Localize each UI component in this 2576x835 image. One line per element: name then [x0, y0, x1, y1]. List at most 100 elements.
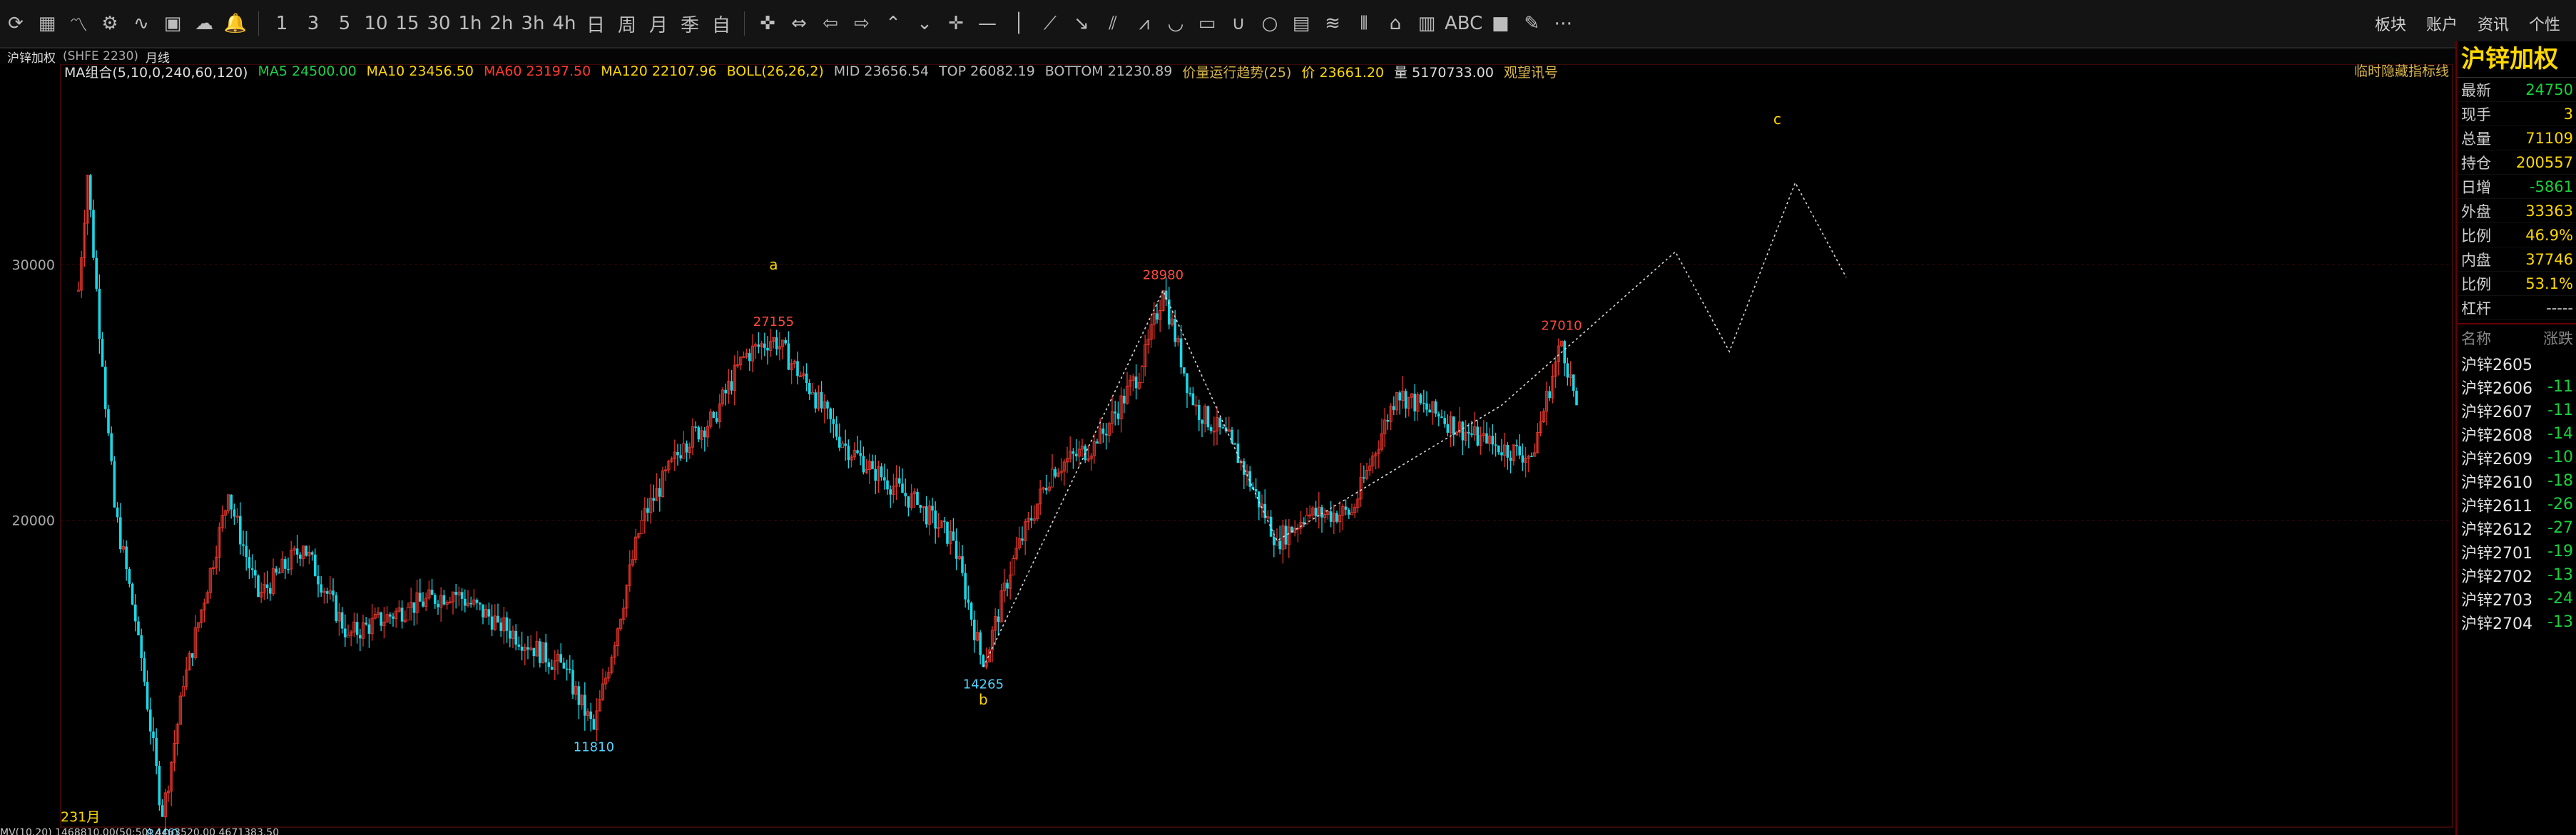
candle-body	[1350, 512, 1354, 516]
period-button-1[interactable]: 3	[300, 7, 327, 40]
candle-body	[305, 545, 307, 556]
contract-row[interactable]: 沪锌2703 -24	[2457, 587, 2576, 610]
top-link-2[interactable]: 资讯	[2478, 12, 2509, 35]
channel-icon[interactable]: ⫽	[1099, 7, 1126, 40]
legend-boll[interactable]: BOLL(26,26,2)	[727, 63, 824, 79]
circle-icon[interactable]: ○	[1256, 7, 1283, 40]
double-arrow-icon[interactable]: ⇔	[785, 7, 813, 40]
vline-icon[interactable]: │	[1005, 7, 1032, 40]
formula-icon[interactable]: ∿	[128, 7, 155, 40]
period-button-13[interactable]: 季	[676, 7, 703, 40]
period-button-6[interactable]: 1h	[457, 7, 484, 40]
home-icon[interactable]: ⌂	[1382, 7, 1409, 40]
candle-body	[1258, 491, 1261, 508]
period-button-10[interactable]: 日	[582, 7, 609, 40]
contract-row[interactable]: 沪锌2608 -14	[2457, 422, 2576, 446]
candle-body	[685, 444, 688, 453]
period-button-2[interactable]: 5	[331, 7, 358, 40]
ray-icon[interactable]: ↘	[1068, 7, 1095, 40]
legend-trend[interactable]: 价量运行趋势(25)	[1182, 62, 1291, 81]
period-button-0[interactable]: 1	[268, 7, 295, 40]
contract-row[interactable]: 沪锌2605	[2457, 352, 2576, 375]
gann-icon[interactable]: ▤	[1288, 7, 1315, 40]
candlestick-chart[interactable]: 2000030000231月84001181027155142652898027…	[0, 64, 2454, 835]
contract-change: -24	[2547, 590, 2573, 608]
candle-body	[1209, 427, 1213, 431]
period-bars-icon[interactable]: ▥	[1413, 7, 1440, 40]
arrow-left-icon[interactable]: ⇦	[817, 7, 844, 40]
contract-row[interactable]: 沪锌2702 -13	[2457, 563, 2576, 587]
candle-body	[1413, 394, 1416, 412]
contract-row[interactable]: 沪锌2607 -11	[2457, 399, 2576, 422]
candle-body	[464, 598, 467, 606]
contract-row[interactable]: 沪锌2612 -27	[2457, 516, 2576, 540]
period-button-5[interactable]: 30	[425, 7, 452, 40]
contract-list-header: 名称 涨跌	[2457, 323, 2576, 352]
candle-body	[1050, 468, 1054, 488]
candle-body	[1305, 514, 1309, 525]
segment-icon[interactable]: ⟋	[1037, 7, 1064, 40]
more-icon[interactable]: ⋯	[1549, 7, 1577, 40]
candle-body	[230, 494, 233, 510]
cloud-icon[interactable]: ☁	[190, 7, 218, 40]
text-tool-icon[interactable]: ABC	[1445, 7, 1482, 40]
u-shape-icon[interactable]: ∪	[1225, 7, 1252, 40]
window-icon[interactable]: ▣	[159, 7, 186, 40]
candle-body	[569, 668, 571, 670]
top-link-1[interactable]: 账户	[2426, 12, 2458, 35]
period-button-11[interactable]: 周	[614, 7, 641, 40]
contract-row[interactable]: 沪锌2701 -19	[2457, 540, 2576, 563]
list-header-name[interactable]: 名称	[2461, 327, 2491, 349]
contract-row[interactable]: 沪锌2609 -10	[2457, 446, 2576, 469]
candle-body	[275, 568, 278, 573]
table-icon[interactable]: ▦	[34, 7, 61, 40]
list-header-change[interactable]: 涨跌	[2543, 327, 2573, 349]
candle-body	[562, 662, 566, 669]
color-swatch-icon[interactable]: ■	[1487, 7, 1514, 40]
period-button-12[interactable]: 月	[645, 7, 672, 40]
contract-row[interactable]: 沪锌2704 -13	[2457, 610, 2576, 634]
top-link-0[interactable]: 板块	[2375, 12, 2406, 35]
symbol-name[interactable]: 沪锌加权	[7, 48, 56, 66]
legend-ma-group[interactable]: MA组合(5,10,0,240,60,120)	[64, 62, 248, 81]
contract-row[interactable]: 沪锌2611 -26	[2457, 493, 2576, 516]
candle-body	[1437, 414, 1440, 417]
contract-row[interactable]: 沪锌2610 -18	[2457, 469, 2576, 493]
rect-icon[interactable]: ▭	[1193, 7, 1221, 40]
candle-body	[1329, 511, 1333, 522]
candle-body	[1074, 454, 1078, 456]
pen-icon[interactable]: ✎	[1518, 7, 1545, 40]
candle-body	[856, 450, 859, 454]
arc-icon[interactable]: ◡	[1162, 7, 1189, 40]
hline-icon[interactable]: —	[974, 7, 1001, 40]
zigzag-icon[interactable]: ⩘	[1131, 7, 1158, 40]
line-chart-icon[interactable]: 〽	[65, 7, 92, 40]
candle-body	[997, 616, 1000, 623]
fibonacci-icon[interactable]: ≋	[1319, 7, 1346, 40]
candle-body	[901, 483, 904, 493]
refresh-icon[interactable]: ⟳	[2, 7, 29, 40]
period-button-9[interactable]: 4h	[551, 7, 578, 40]
period-button-8[interactable]: 3h	[519, 7, 546, 40]
bars-icon[interactable]: ⦀	[1350, 7, 1378, 40]
top-link-3[interactable]: 个性	[2529, 12, 2560, 35]
period-button-14[interactable]: 自	[708, 7, 735, 40]
contract-row[interactable]: 沪锌2606 -11	[2457, 375, 2576, 399]
candle-body	[1186, 373, 1188, 394]
hide-indicator-link[interactable]: 临时隐藏指标线	[2354, 61, 2449, 81]
x-axis-start-label: 231月	[61, 809, 100, 825]
arrow-right-icon[interactable]: ⇨	[848, 7, 875, 40]
cross-icon[interactable]: ✜	[754, 7, 781, 40]
period-button-4[interactable]: 15	[394, 7, 421, 40]
candle-body	[859, 453, 862, 456]
chevron-up-icon[interactable]: ⌃	[880, 7, 907, 40]
indicator-icon[interactable]: ⚙	[96, 7, 123, 40]
chevron-down-icon[interactable]: ⌄	[911, 7, 938, 40]
top-right-links: 板块 账户 资讯 个性	[2365, 0, 2570, 47]
period-button-7[interactable]: 2h	[488, 7, 515, 40]
crosshair-icon[interactable]: ✛	[942, 7, 969, 40]
candle-body	[805, 373, 808, 384]
bell-icon[interactable]: 🔔	[222, 7, 249, 40]
period-button-3[interactable]: 10	[362, 7, 390, 40]
wave-label: c	[1773, 111, 1781, 128]
